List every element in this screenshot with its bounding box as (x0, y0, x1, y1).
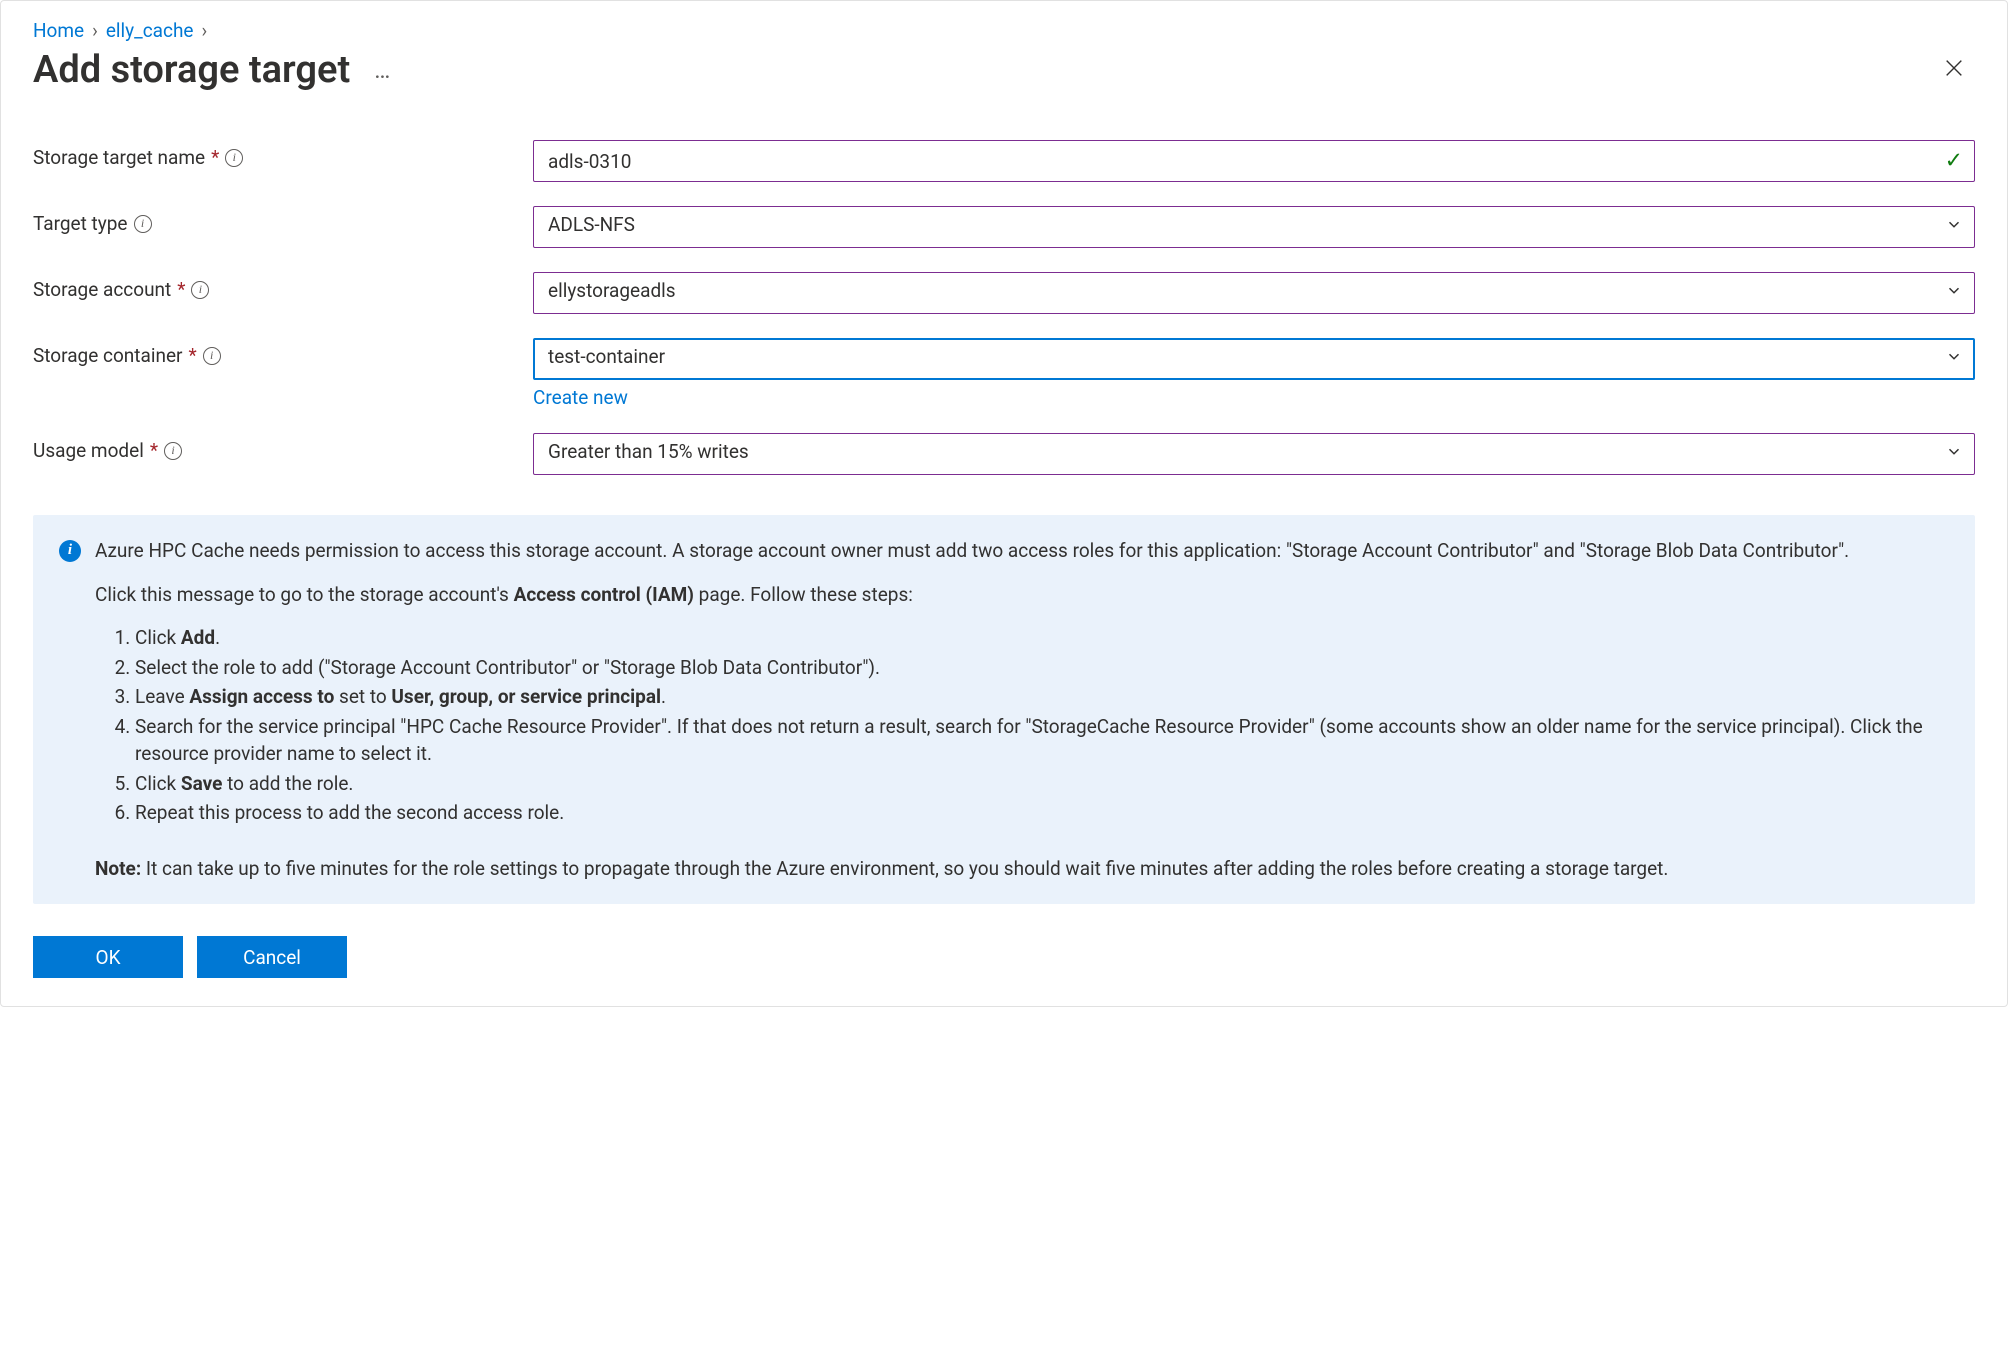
ok-button[interactable]: OK (33, 936, 183, 978)
more-actions-button[interactable]: … (366, 56, 400, 84)
info-icon: i (59, 540, 81, 562)
cancel-button[interactable]: Cancel (197, 936, 347, 978)
label-storage-target-name: Storage target name (33, 146, 205, 169)
info-step-2: Select the role to add ("Storage Account… (135, 654, 1949, 682)
info-step-5: Click Save to add the role. (135, 770, 1949, 798)
breadcrumb-parent[interactable]: elly_cache (106, 19, 194, 42)
label-target-type: Target type (33, 212, 128, 235)
info-intro: Azure HPC Cache needs permission to acce… (95, 537, 1949, 565)
required-marker: * (211, 146, 219, 169)
info-note: Note: It can take up to five minutes for… (95, 855, 1949, 883)
form: Storage target name * i ✓ Target type i … (33, 140, 1975, 475)
info-message[interactable]: i Azure HPC Cache needs permission to ac… (33, 515, 1975, 904)
info-click-msg: Click this message to go to the storage … (95, 581, 1949, 609)
field-storage-account: Storage account * i ellystorageadls (33, 272, 1975, 314)
required-marker: * (188, 344, 196, 367)
label-storage-container: Storage container (33, 344, 182, 367)
usage-model-select[interactable]: Greater than 15% writes (533, 433, 1975, 475)
label-storage-account: Storage account (33, 278, 171, 301)
label-usage-model: Usage model (33, 439, 144, 462)
info-step-6: Repeat this process to add the second ac… (135, 799, 1949, 827)
required-marker: * (150, 439, 158, 462)
storage-container-select[interactable]: test-container (533, 338, 1975, 380)
breadcrumb-home[interactable]: Home (33, 19, 84, 42)
info-step-4: Search for the service principal "HPC Ca… (135, 713, 1949, 768)
info-icon[interactable]: i (225, 149, 243, 167)
field-storage-container: Storage container * i test-container Cre… (33, 338, 1975, 409)
target-type-select[interactable]: ADLS-NFS (533, 206, 1975, 248)
create-new-link[interactable]: Create new (533, 386, 628, 409)
close-icon (1943, 57, 1965, 79)
page-title: Add storage target (33, 48, 350, 92)
info-icon[interactable]: i (164, 442, 182, 460)
info-icon[interactable]: i (191, 281, 209, 299)
required-marker: * (177, 278, 185, 301)
info-step-1: Click Add. (135, 624, 1949, 652)
info-icon[interactable]: i (134, 215, 152, 233)
chevron-right-icon: › (92, 19, 98, 42)
info-icon[interactable]: i (203, 347, 221, 365)
info-step-3: Leave Assign access to set to User, grou… (135, 683, 1949, 711)
field-target-type: Target type i ADLS-NFS (33, 206, 1975, 248)
close-button[interactable] (1933, 52, 1975, 88)
page-header: Add storage target … (33, 48, 1975, 92)
storage-account-select[interactable]: ellystorageadls (533, 272, 1975, 314)
chevron-right-icon: › (202, 19, 208, 42)
breadcrumb: Home › elly_cache › (33, 19, 1975, 42)
field-usage-model: Usage model * i Greater than 15% writes (33, 433, 1975, 475)
storage-target-name-input[interactable] (533, 140, 1975, 182)
info-steps: Click Add. Select the role to add ("Stor… (95, 624, 1949, 827)
field-storage-target-name: Storage target name * i ✓ (33, 140, 1975, 182)
footer-actions: OK Cancel (33, 936, 1975, 978)
info-message-body: Azure HPC Cache needs permission to acce… (95, 537, 1949, 882)
